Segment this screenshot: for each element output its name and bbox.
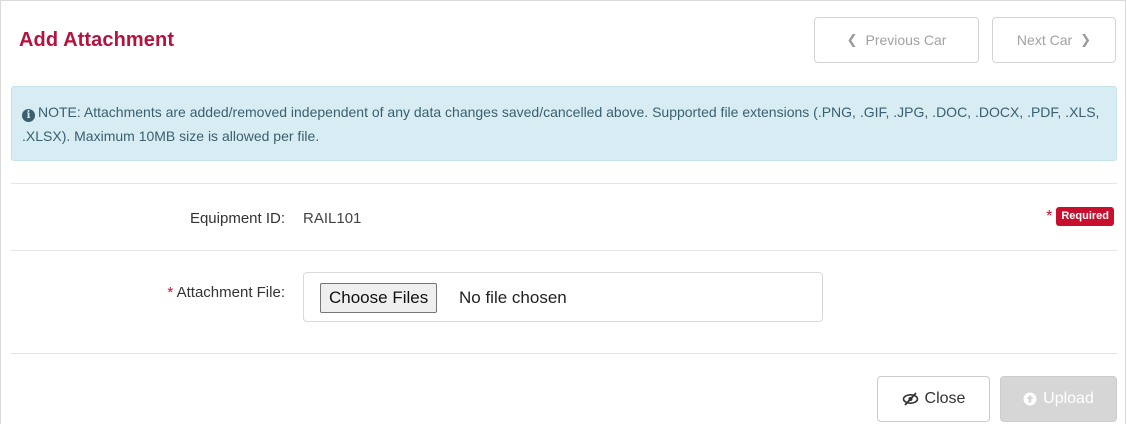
close-button[interactable]: Close (877, 376, 990, 422)
upload-button[interactable]: Upload (1000, 376, 1117, 422)
panel-title: Add Attachment (19, 29, 175, 51)
note-text: NOTE: Attachments are added/removed inde… (22, 104, 1100, 144)
arrow-up-circle-icon (1023, 392, 1037, 406)
note-alert: i NOTE: Attachments are added/removed ind… (11, 86, 1117, 161)
next-car-button[interactable]: Next Car ❯ (992, 17, 1116, 63)
upload-label: Upload (1043, 390, 1094, 407)
equipment-id-value: RAIL101 (303, 210, 362, 227)
divider (11, 250, 1117, 251)
add-attachment-panel: Add Attachment ❮ Previous Car Next Car ❯… (0, 0, 1126, 424)
required-badge: Required (1056, 207, 1114, 226)
divider (11, 183, 1117, 184)
info-circle-icon: i (22, 109, 35, 122)
divider (11, 353, 1117, 354)
required-star: * (1046, 207, 1053, 225)
previous-car-label: Previous Car (865, 32, 947, 48)
chevron-left-icon: ❮ (846, 32, 858, 47)
chevron-right-icon: ❯ (1080, 32, 1092, 47)
eye-slash-icon (902, 392, 918, 406)
next-car-label: Next Car (1016, 32, 1073, 48)
required-indicator: * Required (1046, 207, 1114, 226)
file-status-text: No file chosen (459, 288, 567, 307)
attachment-file-input[interactable]: Choose Files No file chosen (303, 272, 823, 322)
close-label: Close (924, 390, 966, 407)
attachment-file-label: * Attachment File: (167, 284, 285, 301)
previous-car-button[interactable]: ❮ Previous Car (814, 17, 979, 63)
required-star: * (167, 284, 174, 301)
attachment-file-label-text: Attachment File: (176, 284, 285, 301)
equipment-id-label: Equipment ID: (189, 210, 285, 227)
choose-files-button[interactable]: Choose Files (320, 283, 438, 313)
